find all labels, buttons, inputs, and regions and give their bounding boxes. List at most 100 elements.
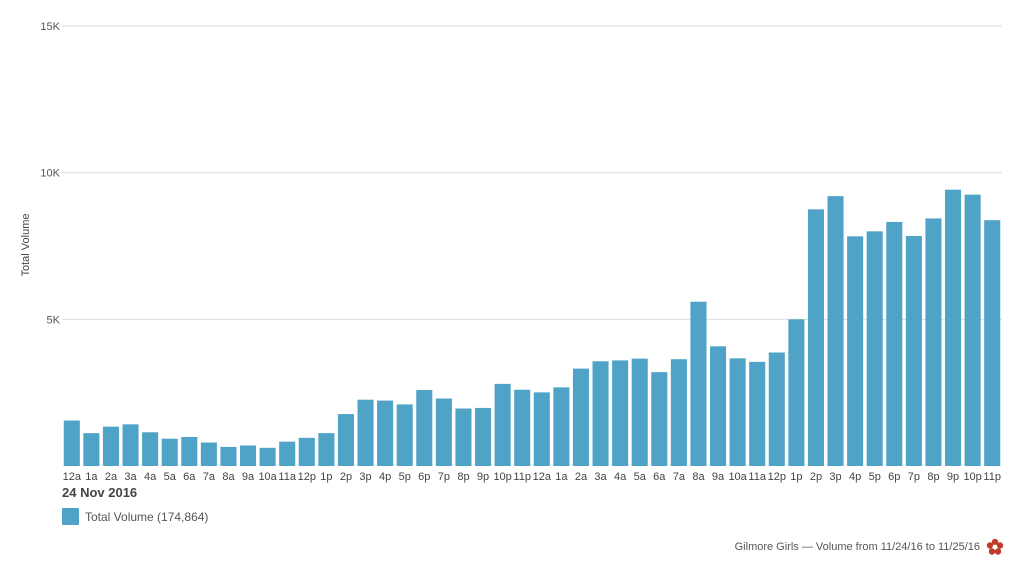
- bar[interactable]: [533, 392, 550, 466]
- bar[interactable]: [161, 438, 178, 466]
- x-tick-label: 3p: [829, 471, 841, 483]
- bar[interactable]: [220, 446, 237, 466]
- bar[interactable]: [670, 359, 687, 466]
- flower-logo-icon: [986, 538, 1004, 555]
- y-tick-label: 5K: [47, 314, 61, 326]
- bar[interactable]: [298, 437, 315, 466]
- x-tick-label: 5p: [399, 471, 411, 483]
- bar[interactable]: [455, 408, 472, 466]
- bar[interactable]: [377, 400, 394, 466]
- y-axis-label: Total Volume: [20, 213, 32, 277]
- x-tick-label: 9a: [242, 471, 255, 483]
- x-tick-label: 5a: [164, 471, 177, 483]
- x-tick-label: 6p: [888, 471, 900, 483]
- bar[interactable]: [592, 361, 609, 466]
- bar-chart: 5K10K15K 12a 1a 2a 3a 4a 5a 6a 7a 8a 9a 10a 11a 12p 1…: [40, 21, 1002, 483]
- x-tick-labels: 12a 1a 2a 3a 4a 5a 6a 7a 8a 9a 10a 11a 12p 1p 2p 3p 4p 5p…: [63, 471, 1001, 483]
- x-tick-label: 6a: [653, 471, 666, 483]
- x-tick-label: 2a: [575, 471, 588, 483]
- bar[interactable]: [142, 432, 159, 466]
- bars: [63, 189, 1001, 467]
- bar[interactable]: [337, 414, 354, 466]
- x-tick-label: 1a: [85, 471, 98, 483]
- x-tick-label: 3a: [124, 471, 137, 483]
- x-tick-label: 1a: [555, 471, 568, 483]
- x-tick-label: 3a: [594, 471, 607, 483]
- bar[interactable]: [63, 420, 80, 466]
- bar[interactable]: [710, 346, 727, 466]
- bar[interactable]: [866, 231, 883, 466]
- x-tick-label: 5p: [869, 471, 881, 483]
- bar[interactable]: [475, 407, 492, 466]
- bar[interactable]: [886, 221, 903, 466]
- x-tick-label: 9p: [477, 471, 489, 483]
- bar[interactable]: [102, 426, 119, 466]
- x-tick-label: 10a: [258, 471, 277, 483]
- chart-container: 5K 10K 15K 12a 1a 2a 3a 4a 5a 6a 7a 8a 9a 10a 11a 12p 1…: [0, 0, 1024, 576]
- bar[interactable]: [416, 390, 433, 466]
- x-tick-label: 10a: [728, 471, 747, 483]
- x-tick-label: 7p: [908, 471, 920, 483]
- y-tick-label: 10K: [40, 168, 60, 180]
- x-tick-label: 7a: [673, 471, 686, 483]
- x-tick-label: 8a: [222, 471, 235, 483]
- bar[interactable]: [984, 220, 1001, 466]
- bar[interactable]: [494, 383, 511, 466]
- x-tick-label: 8p: [457, 471, 469, 483]
- bar[interactable]: [631, 358, 648, 466]
- bar[interactable]: [690, 301, 707, 466]
- x-tick-label: 10p: [493, 471, 511, 483]
- x-tick-label: 9p: [947, 471, 959, 483]
- bar[interactable]: [396, 404, 413, 466]
- x-tick-label: 8a: [692, 471, 705, 483]
- bar[interactable]: [788, 319, 805, 466]
- x-tick-label: 4p: [379, 471, 391, 483]
- bar[interactable]: [847, 236, 864, 466]
- bar[interactable]: [651, 372, 668, 466]
- bar[interactable]: [181, 436, 198, 466]
- x-tick-label: 11a: [278, 471, 296, 483]
- bar[interactable]: [200, 442, 217, 466]
- x-tick-label: 11a: [748, 471, 766, 483]
- x-tick-label: 12a: [63, 471, 82, 483]
- bar[interactable]: [768, 352, 785, 466]
- bar[interactable]: [905, 236, 922, 466]
- footer-text: Gilmore Girls — Volume from 11/24/16 to …: [734, 541, 980, 553]
- x-tick-label: 12p: [298, 471, 316, 483]
- bar[interactable]: [729, 358, 746, 466]
- x-tick-label: 12a: [533, 471, 552, 483]
- bar[interactable]: [572, 368, 589, 466]
- bar[interactable]: [553, 387, 570, 466]
- x-tick-label: 2p: [340, 471, 352, 483]
- x-tick-label: 6a: [183, 471, 196, 483]
- bar[interactable]: [83, 433, 100, 466]
- bar[interactable]: [357, 399, 374, 466]
- bar[interactable]: [749, 361, 766, 466]
- bar[interactable]: [240, 445, 257, 466]
- legend-swatch: [62, 508, 79, 525]
- bar[interactable]: [318, 433, 335, 466]
- x-tick-label: 1p: [320, 471, 332, 483]
- bar[interactable]: [514, 389, 531, 466]
- x-tick-label: 4a: [614, 471, 627, 483]
- bar[interactable]: [612, 360, 629, 466]
- x-tick-label: 11p: [983, 471, 1001, 483]
- bar[interactable]: [945, 189, 962, 466]
- legend[interactable]: Total Volume (174,864): [62, 508, 208, 525]
- bar[interactable]: [827, 196, 844, 466]
- x-tick-label: 4p: [849, 471, 861, 483]
- x-tick-label: 11p: [513, 471, 531, 483]
- x-tick-label: 7a: [203, 471, 216, 483]
- bar[interactable]: [435, 398, 452, 466]
- bar[interactable]: [122, 424, 139, 466]
- legend-label: Total Volume (174,864): [85, 509, 209, 524]
- x-tick-label: 2a: [105, 471, 118, 483]
- bar[interactable]: [259, 447, 276, 466]
- bar[interactable]: [925, 218, 942, 466]
- bar[interactable]: [807, 209, 824, 466]
- bar[interactable]: [279, 441, 296, 466]
- x-tick-label: 2p: [810, 471, 822, 483]
- bar[interactable]: [964, 194, 981, 467]
- x-tick-label: 1p: [790, 471, 802, 483]
- x-tick-label: 4a: [144, 471, 157, 483]
